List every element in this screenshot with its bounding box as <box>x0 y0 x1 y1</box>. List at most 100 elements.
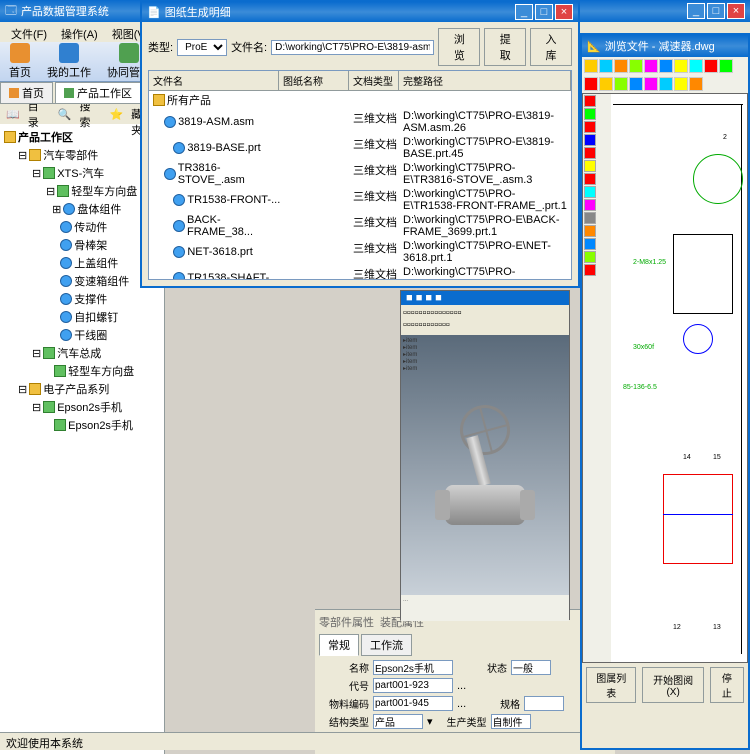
code-input[interactable] <box>373 678 453 693</box>
maximize-button[interactable]: □ <box>707 3 725 19</box>
struct-input[interactable] <box>373 714 423 729</box>
tree-item[interactable]: ⊟Epson2s手机 <box>4 398 160 416</box>
minimize-button[interactable]: _ <box>687 3 705 19</box>
type-select[interactable]: ProE <box>177 39 227 56</box>
cad-canvas[interactable]: 2-M8x1.25 30x60f 85-136-6.5 14 15 12 13 … <box>582 93 748 663</box>
tree-item[interactable]: 自扣螺钉 <box>4 308 160 326</box>
tree-item[interactable]: 轻型车方向盘 <box>4 362 160 380</box>
cad-draw-tool[interactable] <box>584 238 596 250</box>
tree-item[interactable]: ⊟汽车总成 <box>4 344 160 362</box>
tree-item[interactable]: 骨棒架 <box>4 236 160 254</box>
spec-input[interactable] <box>524 696 564 711</box>
material-picker[interactable]: ... <box>457 698 466 710</box>
filename-input[interactable] <box>271 40 434 55</box>
status-input[interactable] <box>511 660 551 675</box>
prod-input[interactable] <box>491 714 531 729</box>
file-row[interactable]: NET-3618.prt三维文档D:\working\CT75\PRO-E\NE… <box>149 239 571 265</box>
tree-item[interactable]: 变速箱组件 <box>4 272 160 290</box>
file-row[interactable]: TR1538-SHAFT-...三维文档D:\working\CT75\PRO-… <box>149 265 571 280</box>
cad-list-button[interactable]: 图属列表 <box>586 667 636 703</box>
tree-item[interactable]: ⊟电子产品系列 <box>4 380 160 398</box>
tree-item[interactable]: ⊟汽车零部件 <box>4 146 160 164</box>
material-input[interactable] <box>373 696 453 711</box>
cad-stop-button[interactable]: 停止 <box>710 667 744 703</box>
extract-button[interactable]: 提取 <box>484 28 526 66</box>
cad-tool[interactable] <box>644 59 658 73</box>
cad-draw-tool[interactable] <box>584 95 596 107</box>
cad-draw-tool[interactable] <box>584 160 596 172</box>
cad-draw-tool[interactable] <box>584 225 596 237</box>
cad-draw-tool[interactable] <box>584 121 596 133</box>
cad-draw-tool[interactable] <box>584 251 596 263</box>
tree-item[interactable]: ⊟XTS-汽车 <box>4 164 160 182</box>
col-filename[interactable]: 文件名 <box>149 71 279 90</box>
tree-item[interactable]: Epson2s手机 <box>4 416 160 434</box>
viewer-titlebar[interactable]: ■ ■ ■ ■ <box>401 291 569 305</box>
cad-tool[interactable] <box>599 59 613 73</box>
3d-canvas[interactable]: ▸item▸item▸item▸item▸item <box>401 335 569 595</box>
subtab-general[interactable]: 常规 <box>319 634 359 656</box>
cad-draw-tool[interactable] <box>584 134 596 146</box>
col-full-path[interactable]: 完整路径 <box>399 71 571 90</box>
cad-tool[interactable] <box>614 77 628 91</box>
col-doc-type[interactable]: 文档类型 <box>349 71 399 90</box>
cad-start-button[interactable]: 开始图阅(X) <box>642 667 703 703</box>
cad-tool[interactable] <box>629 59 643 73</box>
cad-tool[interactable] <box>674 77 688 91</box>
part-icon <box>173 142 185 154</box>
cad-tool[interactable] <box>704 59 718 73</box>
file-row[interactable]: 3819-BASE.prt三维文档D:\working\CT75\PRO-E\3… <box>149 135 571 161</box>
subtab-workflow[interactable]: 工作流 <box>361 634 412 656</box>
file-row[interactable]: TR3816-STOVE_.asm三维文档D:\working\CT75\PRO… <box>149 161 571 187</box>
cad-tool[interactable] <box>629 77 643 91</box>
3d-viewer-window[interactable]: ■ ■ ■ ■ ▫▫▫▫▫▫▫▫▫▫▫▫▫▫▫▫▫▫▫▫▫▫▫▫▫▫▫ ▸ite… <box>400 290 570 620</box>
col-drawing-name[interactable]: 图纸名称 <box>279 71 349 90</box>
tree-item[interactable]: ⊞盘体组件 <box>4 200 160 218</box>
cad-draw-tool[interactable] <box>584 199 596 211</box>
file-row[interactable]: 3819-ASM.asm三维文档D:\working\CT75\PRO-E\38… <box>149 109 571 135</box>
cad-draw-tool[interactable] <box>584 186 596 198</box>
tree-item[interactable]: ⊟轻型车方向盘 <box>4 182 160 200</box>
toolbar-mywork[interactable]: 我的工作 <box>43 41 95 82</box>
cad-tool[interactable] <box>689 59 703 73</box>
toolbar-home[interactable]: 首页 <box>5 41 35 82</box>
menu-file[interactable]: 文件(F) <box>5 24 53 40</box>
tab-home[interactable]: 首页 <box>0 82 53 103</box>
tree-item[interactable]: 支撑件 <box>4 290 160 308</box>
file-row[interactable]: BACK-FRAME_38...三维文档D:\working\CT75\PRO-… <box>149 213 571 239</box>
code-picker[interactable]: ... <box>457 680 466 692</box>
dialog-maximize[interactable]: □ <box>535 4 553 20</box>
tree-item[interactable]: 干线圈 <box>4 326 160 344</box>
cad-tool[interactable] <box>584 77 598 91</box>
name-input[interactable] <box>373 660 453 675</box>
tree-item[interactable]: 上盖组件 <box>4 254 160 272</box>
cad-tool[interactable] <box>659 77 673 91</box>
tree-item[interactable]: 传动件 <box>4 218 160 236</box>
cad-tool[interactable] <box>719 59 733 73</box>
cad-tool[interactable] <box>674 59 688 73</box>
browse-button[interactable]: 浏览 <box>438 28 480 66</box>
cad-draw-tool[interactable] <box>584 173 596 185</box>
struct-dropdown[interactable]: ▾ <box>427 715 433 728</box>
props-tab-part[interactable]: 零部件属性 <box>319 614 374 630</box>
file-row-root[interactable]: 所有产品 <box>149 91 571 109</box>
cad-draw-tool[interactable] <box>584 108 596 120</box>
sidebar-tab-catalog[interactable]: 📖目录 <box>0 104 52 124</box>
cad-draw-tool[interactable] <box>584 147 596 159</box>
close-button[interactable]: × <box>727 3 745 19</box>
dialog-minimize[interactable]: _ <box>515 4 533 20</box>
menu-operations[interactable]: 操作(A) <box>55 24 104 40</box>
dialog-close[interactable]: × <box>555 4 573 20</box>
tab-workspace[interactable]: 产品工作区 <box>55 82 141 103</box>
file-row[interactable]: TR1538-FRONT-...三维文档D:\working\CT75\PRO-… <box>149 187 571 213</box>
cad-tool[interactable] <box>584 59 598 73</box>
cad-draw-tool[interactable] <box>584 212 596 224</box>
cad-tool[interactable] <box>689 77 703 91</box>
cad-tool[interactable] <box>614 59 628 73</box>
cad-draw-tool[interactable] <box>584 264 596 276</box>
cad-tool[interactable] <box>659 59 673 73</box>
cad-tool[interactable] <box>599 77 613 91</box>
cad-tool[interactable] <box>644 77 658 91</box>
sidebar-tab-search[interactable]: 🔍搜索 <box>52 104 104 124</box>
store-button[interactable]: 入库 <box>530 28 572 66</box>
